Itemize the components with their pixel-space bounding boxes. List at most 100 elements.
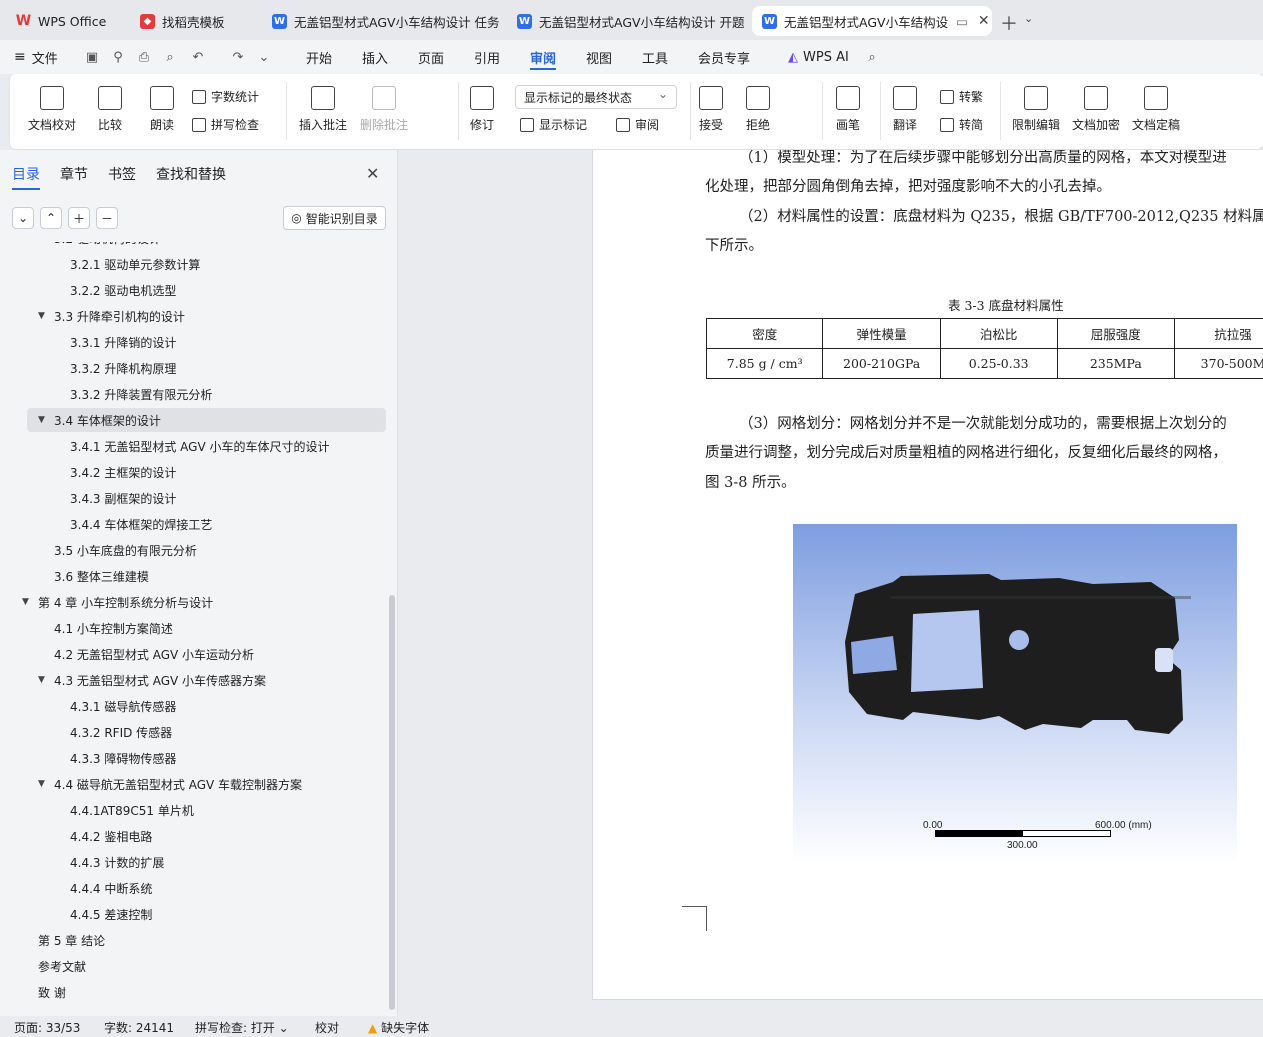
restrict-edit-button[interactable]: 限制编辑 bbox=[1012, 86, 1060, 133]
spell-check-button[interactable]: 拼写检查 bbox=[192, 116, 259, 133]
tab-doc-proposal[interactable]: W 无盖铝型材式AGV小车结构设计 开题 bbox=[507, 6, 747, 36]
word-count-status[interactable]: 字数: 24141 bbox=[104, 1019, 174, 1036]
wps-ai-button[interactable]: ◭ WPS AI bbox=[788, 40, 849, 74]
print-preview-icon[interactable]: ⌕ bbox=[162, 49, 178, 65]
toc-item[interactable]: ▼ 3.2 驱动机构的设计 bbox=[0, 242, 388, 250]
show-markup-button[interactable]: 显示标记 bbox=[520, 116, 587, 133]
menu-member[interactable]: 会员专享 bbox=[698, 40, 750, 74]
toc-item[interactable]: 4.3.1 磁导航传感器 bbox=[0, 694, 388, 718]
read-aloud-button[interactable]: 朗读 bbox=[150, 86, 174, 133]
pen-button[interactable]: 画笔 bbox=[836, 86, 860, 133]
page-indicator[interactable]: 页面: 33/53 bbox=[14, 1019, 80, 1036]
close-icon[interactable]: ✕ bbox=[978, 13, 990, 29]
smart-toc-button[interactable]: ◎ 智能识别目录 bbox=[283, 206, 386, 230]
toc-item[interactable]: 4.4.5 差速控制 bbox=[0, 902, 388, 926]
expand-arrow-icon[interactable]: ▼ bbox=[38, 242, 45, 243]
toc-item[interactable]: 4.1 小车控制方案简述 bbox=[0, 616, 388, 640]
toc-item[interactable]: 4.2 无盖铝型材式 AGV 小车运动分析 bbox=[0, 642, 388, 666]
toc-item[interactable]: 4.4.2 鉴相电路 bbox=[0, 824, 388, 848]
encrypt-button[interactable]: 文档加密 bbox=[1072, 86, 1120, 133]
toc-item[interactable]: 4.4.1AT89C51 单片机 bbox=[0, 798, 388, 822]
toc-item[interactable]: ▼ 3.4 车体框架的设计 bbox=[27, 408, 386, 432]
tab-bookmark[interactable]: 书签 bbox=[108, 164, 136, 190]
word-count-button[interactable]: 字数统计 bbox=[192, 88, 259, 105]
menu-start[interactable]: 开始 bbox=[306, 40, 332, 74]
toc-item[interactable]: 4.4.3 计数的扩展 bbox=[0, 850, 388, 874]
share-icon[interactable]: ⚲ bbox=[110, 49, 126, 65]
toc-item[interactable]: 4.4.4 中断系统 bbox=[0, 876, 388, 900]
toc-scrollbar[interactable] bbox=[389, 595, 395, 1010]
proofread-status[interactable]: 校对 bbox=[315, 1019, 339, 1036]
to-traditional-button[interactable]: 转繁 bbox=[940, 88, 983, 105]
toc-item[interactable]: ▼ 第 4 章 小车控制系统分析与设计 bbox=[0, 590, 388, 614]
print-icon[interactable]: ⎙ bbox=[136, 49, 152, 65]
toc-item[interactable]: 3.4.4 车体框架的焊接工艺 bbox=[0, 512, 388, 536]
toc-item[interactable]: 3.6 整体三维建模 bbox=[0, 564, 388, 588]
menu-insert[interactable]: 插入 bbox=[362, 40, 388, 74]
accept-button[interactable]: 接受 bbox=[699, 86, 723, 133]
menu-tools[interactable]: 工具 bbox=[642, 40, 668, 74]
more-chevron-icon[interactable]: ⌄ bbox=[256, 49, 272, 65]
expand-arrow-icon[interactable]: ▼ bbox=[38, 311, 45, 321]
track-changes-button[interactable]: 修订 bbox=[470, 86, 494, 133]
redo-icon[interactable]: ↷ bbox=[230, 49, 246, 65]
toc-item[interactable]: 参考文献 bbox=[0, 954, 388, 978]
collapse-up-icon[interactable]: ⌃ bbox=[40, 207, 62, 229]
search-icon[interactable]: ⌕ bbox=[864, 49, 880, 65]
add-icon[interactable]: ＋ bbox=[68, 207, 90, 229]
doc-check-button[interactable]: 文档校对 bbox=[28, 86, 76, 133]
expand-arrow-icon[interactable]: ▼ bbox=[38, 675, 45, 685]
toc-item[interactable]: ▼ 4.3 无盖铝型材式 AGV 小车传感器方案 bbox=[0, 668, 388, 692]
markup-state-dropdown[interactable]: 显示标记的最终状态 bbox=[515, 85, 677, 109]
toc-item[interactable]: 第 5 章 结论 bbox=[0, 928, 388, 952]
toc-item[interactable]: ▼ 3.3 升降牵引机构的设计 bbox=[0, 304, 388, 328]
menu-reference[interactable]: 引用 bbox=[474, 40, 500, 74]
tab-chapter[interactable]: 章节 bbox=[60, 164, 88, 190]
reject-button[interactable]: 拒绝 bbox=[746, 86, 770, 133]
toc-item[interactable]: 4.3.3 障碍物传感器 bbox=[0, 746, 388, 770]
toc-item[interactable]: 3.3.2 升降机构原理 bbox=[0, 356, 388, 380]
missing-font-status[interactable]: ▲ 缺失字体 bbox=[368, 1019, 429, 1036]
toc-item[interactable]: 3.4.3 副框架的设计 bbox=[0, 486, 388, 510]
undo-icon[interactable]: ↶ bbox=[190, 49, 206, 65]
finalize-button[interactable]: 文档定稿 bbox=[1132, 86, 1180, 133]
review-pane-button[interactable]: 审阅 bbox=[616, 116, 659, 133]
tab-doc-active[interactable]: W 无盖铝型材式AGV小车结构设 ▭ ✕ bbox=[752, 6, 992, 36]
toc-item[interactable]: 3.4.2 主框架的设计 bbox=[0, 460, 388, 484]
to-simplified-button[interactable]: 转简 bbox=[940, 116, 983, 133]
toc-item[interactable]: 3.3.2 升降装置有限元分析 bbox=[0, 382, 388, 406]
insert-comment-button[interactable]: 插入批注 bbox=[299, 86, 347, 133]
toc-item[interactable]: 3.2.2 驱动电机选型 bbox=[0, 278, 388, 302]
mesh-figure[interactable]: 0.00 600.00 (mm) 300.00 bbox=[793, 524, 1237, 864]
compare-button[interactable]: 比较 bbox=[98, 86, 122, 133]
new-tab-plus-icon[interactable]: ＋ bbox=[1000, 10, 1018, 36]
toc-item[interactable]: 3.3.1 升降销的设计 bbox=[0, 330, 388, 354]
file-menu[interactable]: ≡ 文件 bbox=[14, 40, 58, 74]
expand-arrow-icon[interactable]: ▼ bbox=[22, 597, 29, 607]
toc-item[interactable]: 3.2.1 驱动单元参数计算 bbox=[0, 252, 388, 276]
tab-docer[interactable]: ◆ 找稻壳模板 bbox=[130, 6, 250, 36]
close-icon[interactable]: ✕ bbox=[366, 164, 379, 183]
collapse-down-icon[interactable]: ⌄ bbox=[12, 207, 34, 229]
toc-item[interactable]: 3.5 小车底盘的有限元分析 bbox=[0, 538, 388, 562]
toc-item[interactable]: 4.3.2 RFID 传感器 bbox=[0, 720, 388, 744]
expand-arrow-icon[interactable]: ▼ bbox=[38, 779, 45, 789]
toc-item[interactable]: ▼ 4.4 磁导航无盖铝型材式 AGV 车载控制器方案 bbox=[0, 772, 388, 796]
expand-arrow-icon[interactable]: ▼ bbox=[38, 415, 45, 425]
toc-item[interactable]: 致 谢 bbox=[0, 980, 388, 1004]
remove-icon[interactable]: － bbox=[96, 207, 118, 229]
tab-wps-office[interactable]: W WPS Office bbox=[6, 6, 122, 36]
menu-review[interactable]: 审阅 bbox=[530, 40, 557, 74]
save-icon[interactable]: ▣ bbox=[84, 49, 100, 65]
tab-toc[interactable]: 目录 bbox=[12, 164, 40, 190]
toc-item[interactable]: 3.4.1 无盖铝型材式 AGV 小车的车体尺寸的设计 bbox=[0, 434, 388, 458]
window-icon[interactable]: ▭ bbox=[956, 14, 968, 29]
tab-doc-task[interactable]: W 无盖铝型材式AGV小车结构设计 任务 bbox=[262, 6, 502, 36]
delete-comment-button[interactable]: 删除批注 bbox=[360, 86, 408, 133]
tab-find-replace[interactable]: 查找和替换 bbox=[156, 164, 226, 190]
menu-page[interactable]: 页面 bbox=[418, 40, 444, 74]
spell-check-status[interactable]: 拼写检查: 打开 ⌄ bbox=[195, 1019, 289, 1036]
translate-button[interactable]: 翻译 bbox=[893, 86, 917, 133]
menu-view[interactable]: 视图 bbox=[586, 40, 612, 74]
chevron-down-icon[interactable]: ⌄ bbox=[1024, 12, 1033, 25]
